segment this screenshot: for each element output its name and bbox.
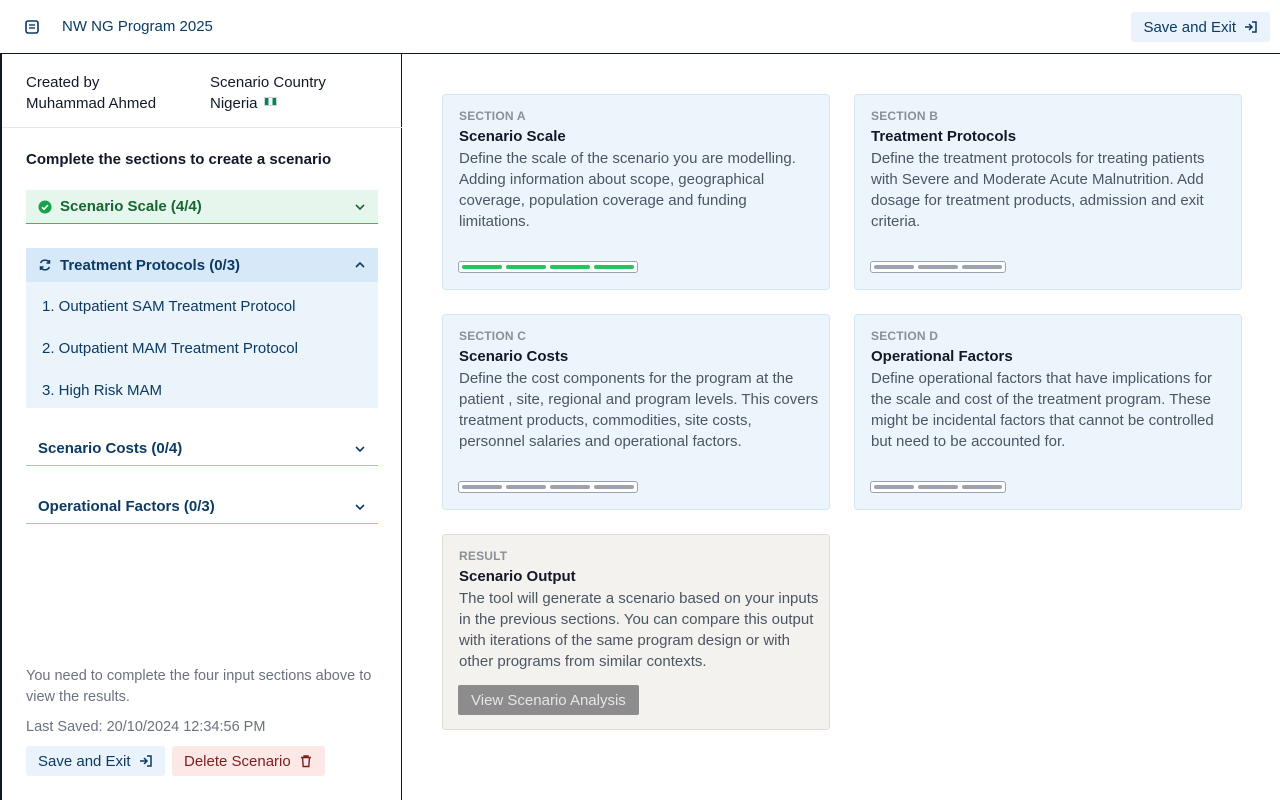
progress-segment: [918, 485, 958, 489]
progress-segment: [962, 265, 1002, 269]
completion-note: You need to complete the four input sect…: [26, 668, 372, 705]
view-scenario-analysis-button[interactable]: View Scenario Analysis: [458, 685, 639, 715]
document-icon: [25, 20, 39, 34]
accordion-scenario-costs[interactable]: Scenario Costs (0/4): [26, 432, 378, 466]
section-description: The tool will generate a scenario based …: [459, 590, 819, 670]
progress-segment: [962, 485, 1002, 489]
progress-segment: [506, 485, 546, 489]
instructions-heading: Complete the sections to create a scenar…: [26, 151, 332, 168]
accordion-operational-factors[interactable]: Operational Factors (0/3): [26, 490, 378, 524]
section-label: SECTION D: [871, 329, 939, 343]
accordion-label: Scenario Scale (4/4): [60, 198, 202, 215]
section-title: Scenario Output: [459, 568, 576, 585]
subitem-outpatient-sam[interactable]: 1. Outpatient SAM Treatment Protocol: [42, 298, 295, 315]
section-card-operational-factors[interactable]: SECTION D Operational Factors Define ope…: [854, 314, 1242, 510]
section-description: Define the treatment protocols for treat…: [871, 150, 1205, 230]
created-by-value: Muhammad Ahmed: [26, 95, 157, 112]
section-card-scenario-costs[interactable]: SECTION C Scenario Costs Define the cost…: [442, 314, 830, 510]
progress-segment: [918, 265, 958, 269]
program-title: NW NG Program 2025: [62, 18, 213, 35]
chevron-down-icon: [355, 204, 365, 211]
accordion-label: Operational Factors (0/3): [38, 498, 215, 515]
country-label: Scenario Country: [210, 74, 326, 91]
in-progress-icon: [38, 258, 52, 272]
chevron-up-icon: [355, 261, 365, 268]
section-card-treatment-protocols[interactable]: SECTION B Treatment Protocols Define the…: [854, 94, 1242, 290]
exit-icon: [139, 755, 152, 767]
section-card-scenario-scale[interactable]: SECTION A Scenario Scale Define the scal…: [442, 94, 830, 290]
progress-segment: [874, 265, 914, 269]
save-and-exit-button-top[interactable]: Save and Exit: [1131, 12, 1270, 42]
save-and-exit-label: Save and Exit: [38, 752, 131, 770]
accordion-scenario-scale[interactable]: Scenario Scale (4/4): [26, 190, 378, 224]
subitem-high-risk-mam[interactable]: 3. High Risk MAM: [42, 382, 162, 399]
section-description: Define the scale of the scenario you are…: [459, 150, 796, 230]
chevron-down-icon: [355, 504, 365, 511]
created-by-label: Created by: [26, 74, 100, 91]
progress-segment: [462, 265, 502, 269]
progress-segment: [594, 485, 634, 489]
trash-icon: [300, 755, 311, 768]
progress-segment: [874, 485, 914, 489]
section-label: RESULT: [459, 549, 508, 563]
check-circle-icon: [38, 200, 52, 214]
section-label: SECTION A: [459, 109, 526, 123]
section-label: SECTION C: [459, 329, 527, 343]
country-value: Nigeria: [210, 95, 258, 112]
scenario-country: Scenario Country Nigeria: [210, 72, 326, 114]
section-title: Treatment Protocols: [871, 128, 1017, 145]
delete-scenario-label: Delete Scenario: [184, 752, 291, 770]
section-label: SECTION B: [871, 109, 939, 123]
progress-segment: [550, 485, 590, 489]
chevron-down-icon: [355, 446, 365, 453]
sidebar: Created by Muhammad Ahmed Scenario Count…: [0, 54, 402, 800]
progress-bar: [870, 481, 1006, 493]
section-description: Define operational factors that have imp…: [871, 370, 1214, 450]
treatment-protocols-subitems: 1. Outpatient SAM Treatment Protocol 2. …: [26, 282, 378, 408]
nigeria-flag-icon: [263, 97, 277, 106]
accordion-label: Scenario Costs (0/4): [38, 440, 183, 457]
progress-bar: [458, 481, 638, 493]
progress-segment: [550, 265, 590, 269]
scenario-meta: Created by Muhammad Ahmed Scenario Count…: [26, 72, 386, 114]
last-saved: Last Saved: 20/10/2024 12:34:56 PM: [26, 719, 266, 735]
delete-scenario-button[interactable]: Delete Scenario: [172, 746, 325, 776]
progress-segment: [462, 485, 502, 489]
progress-bar: [458, 261, 638, 273]
result-card: RESULT Scenario Output The tool will gen…: [442, 534, 830, 730]
exit-icon: [1245, 21, 1257, 33]
divider: [2, 127, 402, 128]
save-and-exit-label: Save and Exit: [1143, 18, 1236, 36]
progress-segment: [594, 265, 634, 269]
progress-bar: [870, 261, 1006, 273]
accordion-label: Treatment Protocols (0/3): [60, 256, 241, 274]
progress-segment: [506, 265, 546, 269]
accordion-treatment-protocols[interactable]: Treatment Protocols (0/3): [26, 248, 378, 282]
section-title: Operational Factors: [871, 348, 1013, 365]
top-bar: NW NG Program 2025 Save and Exit: [0, 0, 1280, 54]
save-and-exit-button[interactable]: Save and Exit: [26, 746, 165, 776]
section-title: Scenario Costs: [459, 348, 569, 365]
section-description: Define the cost components for the progr…: [459, 370, 819, 450]
section-title: Scenario Scale: [459, 128, 566, 145]
created-by: Created by Muhammad Ahmed: [26, 72, 156, 114]
subitem-outpatient-mam[interactable]: 2. Outpatient MAM Treatment Protocol: [42, 340, 298, 357]
